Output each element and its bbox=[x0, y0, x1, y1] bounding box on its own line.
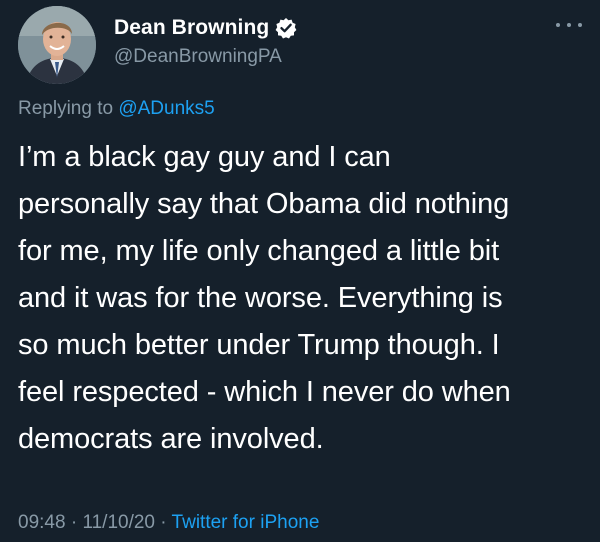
display-name[interactable]: Dean Browning bbox=[114, 16, 269, 40]
author-info: Dean Browning @DeanBrowningPA bbox=[114, 14, 297, 68]
replying-to-label: Replying to bbox=[18, 98, 119, 119]
author-handle[interactable]: @DeanBrowningPA bbox=[114, 46, 297, 68]
display-name-row: Dean Browning bbox=[114, 14, 297, 42]
tweet-metadata: 09:48 · 11/10/20 · Twitter for iPhone bbox=[18, 512, 319, 534]
tweet-time[interactable]: 09:48 bbox=[18, 512, 66, 533]
verified-badge-icon bbox=[275, 17, 297, 39]
tweet-text-line: for me, my life only changed a little bi… bbox=[18, 235, 500, 267]
meta-separator: · bbox=[65, 512, 83, 533]
tweet-text-line: personally say that Obama did nothing bbox=[18, 188, 510, 220]
dot bbox=[578, 23, 582, 27]
tweet-card: Dean Browning @DeanBrowningPA Replying t… bbox=[0, 0, 600, 542]
tweet-text-line: so much better under Trump though. I bbox=[18, 329, 500, 361]
profile-photo-icon bbox=[18, 6, 96, 84]
tweet-text: I’m a black gay guy and I can personally… bbox=[18, 134, 588, 463]
tweet-text-line: feel respected - which I never do when bbox=[18, 376, 511, 408]
meta-separator: · bbox=[155, 512, 172, 533]
dot bbox=[567, 23, 571, 27]
tweet-text-line: democrats are involved. bbox=[18, 423, 324, 455]
tweet-source-link[interactable]: Twitter for iPhone bbox=[172, 512, 320, 533]
author-avatar[interactable] bbox=[18, 6, 96, 84]
tweet-text-line: I’m a black gay guy and I can bbox=[18, 141, 391, 173]
tweet-date[interactable]: 11/10/20 bbox=[82, 512, 155, 533]
tweet-text-line: and it was for the worse. Everything is bbox=[18, 282, 503, 314]
more-options-icon[interactable] bbox=[556, 18, 582, 32]
replying-to: Replying to @ADunks5 bbox=[18, 98, 215, 120]
dot bbox=[556, 23, 560, 27]
reply-mention-link[interactable]: @ADunks5 bbox=[118, 98, 214, 119]
